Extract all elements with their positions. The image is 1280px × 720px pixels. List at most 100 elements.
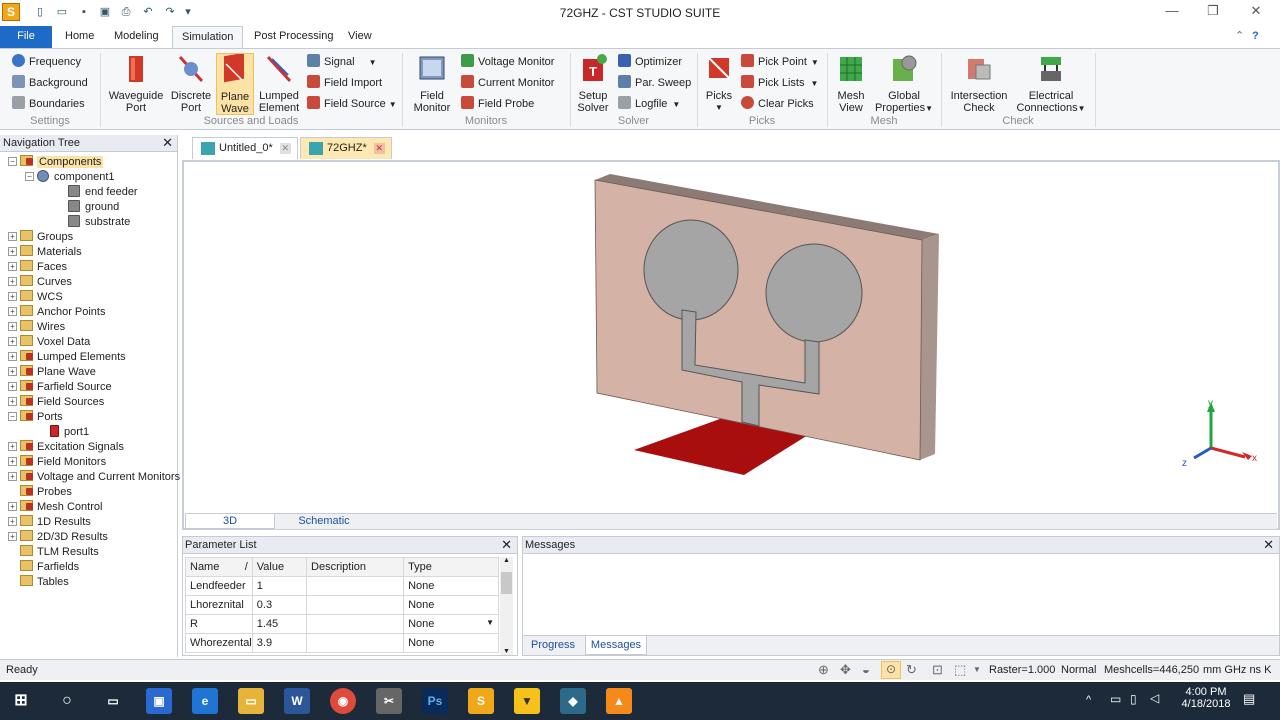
expand-icon[interactable]: +	[8, 322, 17, 331]
param-name[interactable]: Whorezental	[185, 633, 253, 653]
table-row[interactable]: Whorezental 3.9 None	[185, 633, 499, 653]
expand-icon[interactable]: +	[8, 247, 17, 256]
scroll-down-icon[interactable]: ▼	[500, 648, 513, 655]
tree-item-probes[interactable]: Probes	[8, 485, 72, 500]
tree-item-2d-3d-results[interactable]: +2D/3D Results	[8, 530, 108, 545]
pick-lists-dropdown-icon[interactable]: ▼	[810, 79, 818, 88]
network-icon[interactable]: ▭	[1110, 692, 1121, 706]
tray-expand-icon[interactable]: ^	[1086, 694, 1091, 706]
clear-picks-button[interactable]: Clear Picks	[741, 95, 814, 113]
tree-item-ground[interactable]: ground	[68, 200, 119, 215]
close-navigation-tree-icon[interactable]: ✕	[162, 135, 173, 151]
battery-icon[interactable]: ▯	[1130, 692, 1137, 706]
field-source-dropdown-icon[interactable]: ▼	[389, 100, 397, 109]
param-name[interactable]: Lendfeeder	[185, 576, 253, 596]
field-import-button[interactable]: Field Import	[307, 74, 382, 92]
task-view-icon[interactable]: ▭	[100, 688, 126, 714]
edge-browser-icon[interactable]: e	[192, 688, 218, 714]
word-icon[interactable]: W	[284, 688, 310, 714]
logfile-button[interactable]: Logfile ▼	[618, 95, 680, 113]
mesh-view-button[interactable]: Mesh View	[832, 53, 870, 114]
expand-icon[interactable]: +	[8, 262, 17, 271]
param-description[interactable]	[306, 595, 405, 615]
tree-item-plane-wave[interactable]: + Plane Wave	[8, 365, 96, 380]
expand-icon[interactable]: +	[8, 397, 17, 406]
clock[interactable]: 4:00 PM 4/18/2018	[1176, 686, 1236, 710]
column-header-description[interactable]: Description	[306, 557, 405, 577]
table-row[interactable]: Lhoreznital 0.3 None	[185, 595, 499, 615]
help-icon[interactable]: ?	[1243, 26, 1268, 48]
tree-item-ports[interactable]: − Ports	[8, 410, 63, 425]
expand-icon[interactable]: +	[8, 292, 17, 301]
tree-item-groups[interactable]: + Groups	[8, 230, 73, 245]
par-sweep-button[interactable]: Par. Sweep	[618, 74, 691, 92]
picks-dropdown-icon[interactable]: ▼	[702, 102, 736, 114]
tree-item-end-feeder[interactable]: end feeder	[68, 185, 138, 200]
param-name[interactable]: R	[185, 614, 253, 634]
lumped-element-button[interactable]: Lumped Element	[257, 53, 301, 114]
close-window-icon[interactable]: ✕	[1245, 3, 1267, 21]
tree-item-farfield-source[interactable]: + Farfield Source	[8, 380, 112, 395]
vlc-icon[interactable]: ▲	[606, 688, 632, 714]
tab-file[interactable]: File	[0, 26, 52, 48]
setup-solver-button[interactable]: T Setup Solver	[574, 53, 612, 114]
column-header-type[interactable]: Type	[403, 557, 499, 577]
collapse-icon[interactable]: −	[8, 412, 17, 421]
store-icon[interactable]: ▣	[146, 688, 172, 714]
column-header-value[interactable]: Value	[251, 557, 308, 577]
logfile-dropdown-icon[interactable]: ▼	[672, 100, 680, 109]
tree-item-excitation-signals[interactable]: + Excitation Signals	[8, 440, 124, 455]
parameter-scrollbar[interactable]: ▲ ▼	[500, 557, 513, 655]
expand-icon[interactable]: +	[8, 367, 17, 376]
expand-icon[interactable]: +	[8, 502, 17, 511]
param-description[interactable]	[306, 576, 405, 596]
tree-item-1d-results[interactable]: +1D Results	[8, 515, 91, 530]
expand-icon[interactable]: +	[8, 232, 17, 241]
tab-3d[interactable]: 3D	[185, 514, 275, 529]
column-header-name[interactable]: Name /	[185, 557, 253, 577]
param-type[interactable]: None ▼	[403, 614, 499, 634]
expand-icon[interactable]: +	[8, 532, 17, 541]
tab-home[interactable]: Home	[56, 26, 103, 48]
table-row[interactable]: R 1.45 None ▼	[185, 614, 499, 634]
matlab-icon[interactable]: ▼	[514, 688, 540, 714]
tree-item-faces[interactable]: + Faces	[8, 260, 67, 275]
pick-lists-button[interactable]: Pick Lists ▼	[741, 74, 818, 92]
expand-icon[interactable]: +	[8, 457, 17, 466]
discrete-port-button[interactable]: Discrete Port	[168, 53, 214, 114]
tab-view[interactable]: View	[339, 26, 381, 48]
expand-icon[interactable]: +	[8, 307, 17, 316]
tree-item-component1[interactable]: − component1	[25, 170, 115, 185]
param-value[interactable]: 1.45	[251, 614, 308, 634]
tab-post-processing[interactable]: Post Processing	[245, 26, 342, 48]
restore-icon[interactable]: ❐	[1202, 3, 1224, 21]
pan-icon[interactable]: ✥	[840, 662, 851, 678]
view-box-icon[interactable]: ⊡	[932, 662, 943, 678]
close-parameter-list-icon[interactable]: ✕	[501, 537, 512, 553]
app-icon[interactable]: ◆	[560, 688, 586, 714]
file-explorer-icon[interactable]: ▭	[238, 688, 264, 714]
tree-item-curves[interactable]: + Curves	[8, 275, 72, 290]
tree-item-lumped-elements[interactable]: + Lumped Elements	[8, 350, 126, 365]
tree-item-components[interactable]: − Components	[8, 155, 104, 170]
tree-item-wcs[interactable]: + WCS	[8, 290, 63, 305]
volume-icon[interactable]: ◁	[1150, 691, 1159, 705]
waveguide-port-button[interactable]: Waveguide Port	[107, 53, 165, 114]
scroll-thumb[interactable]	[501, 572, 512, 594]
collapse-icon[interactable]: −	[25, 172, 34, 181]
scroll-up-icon[interactable]: ▲	[500, 557, 513, 564]
tree-item-materials[interactable]: + Materials	[8, 245, 82, 260]
tree-item-wires[interactable]: + Wires	[8, 320, 65, 335]
tree-item-port1[interactable]: port1	[50, 425, 89, 440]
tree-item-voltage-and-current-monitors[interactable]: + Voltage and Current Monitors	[8, 470, 180, 485]
tab-progress[interactable]: Progress	[525, 636, 581, 655]
search-icon[interactable]: ○	[54, 688, 80, 714]
param-name[interactable]: Lhoreznital	[185, 595, 253, 615]
voltage-monitor-button[interactable]: Voltage Monitor	[461, 53, 554, 71]
table-row[interactable]: Lendfeeder 1 None	[185, 576, 499, 596]
background-button[interactable]: Background	[12, 74, 88, 92]
close-messages-icon[interactable]: ✕	[1263, 537, 1274, 553]
tree-item-farfields[interactable]: Farfields	[8, 560, 79, 575]
tab-schematic[interactable]: Schematic	[281, 514, 367, 529]
expand-icon[interactable]: +	[8, 442, 17, 451]
